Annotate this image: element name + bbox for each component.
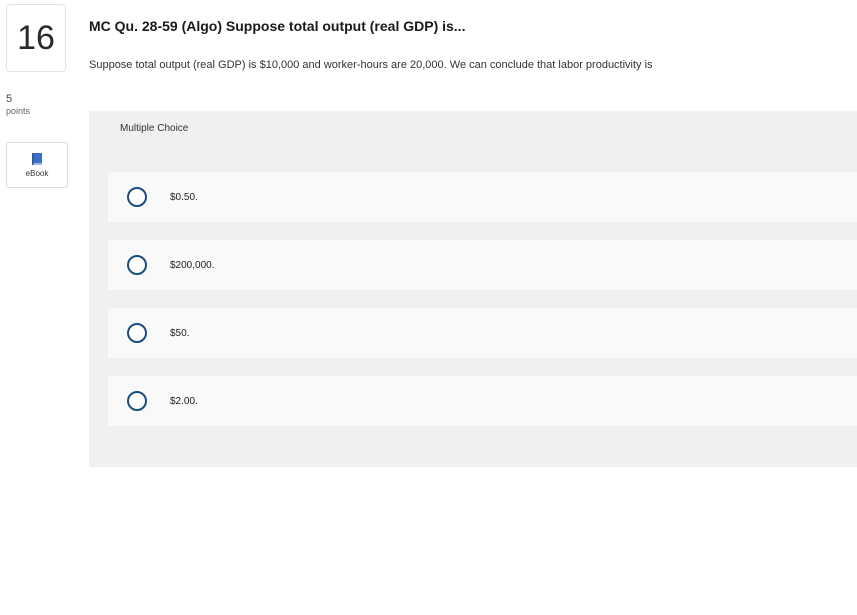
answer-option[interactable]: $50.	[108, 308, 857, 358]
book-icon	[32, 153, 42, 165]
question-title: MC Qu. 28-59 (Algo) Suppose total output…	[89, 18, 466, 34]
question-stem: Suppose total output (real GDP) is $10,0…	[89, 59, 653, 71]
radio-button[interactable]	[127, 391, 147, 411]
points-label: points	[6, 106, 31, 116]
answer-option[interactable]: $0.50.	[108, 172, 857, 222]
ebook-label: eBook	[25, 169, 49, 178]
radio-button[interactable]	[127, 187, 147, 207]
answer-option-label: $2.00.	[170, 395, 198, 407]
answer-option-label: $0.50.	[170, 191, 198, 203]
answer-option[interactable]: $200,000.	[108, 240, 857, 290]
ebook-button[interactable]: eBook	[6, 142, 68, 188]
radio-button[interactable]	[127, 255, 147, 275]
question-number-box: 16	[6, 4, 66, 72]
multiple-choice-panel: Multiple Choice $0.50. $200,000. $50. $2…	[89, 111, 857, 467]
answer-option-label: $200,000.	[170, 259, 215, 271]
question-number: 16	[17, 18, 55, 57]
points-value: 5	[6, 93, 13, 105]
points-indicator: 5 points	[6, 94, 30, 116]
radio-button[interactable]	[127, 323, 147, 343]
answer-option-label: $50.	[170, 327, 190, 339]
answer-option[interactable]: $2.00.	[108, 376, 857, 426]
multiple-choice-header: Multiple Choice	[120, 123, 189, 134]
